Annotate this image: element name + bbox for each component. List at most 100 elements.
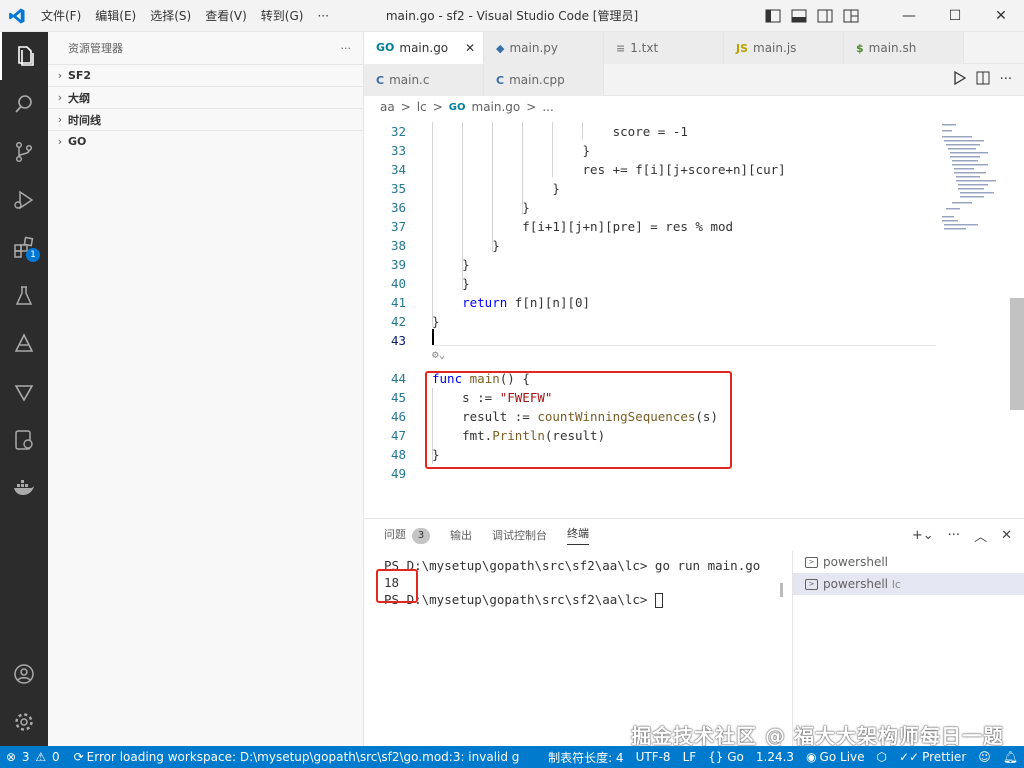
- testing-icon[interactable]: [0, 272, 48, 320]
- sidebar-more-icon[interactable]: ···: [341, 42, 352, 55]
- menu-file[interactable]: 文件(F): [34, 7, 88, 24]
- copilot-icon[interactable]: [0, 320, 48, 368]
- section-outline[interactable]: › 大纲: [48, 86, 363, 108]
- docker-icon[interactable]: [0, 464, 48, 512]
- run-file-icon[interactable]: [953, 70, 966, 88]
- split-editor-icon[interactable]: [976, 71, 990, 88]
- source-control-icon[interactable]: [0, 128, 48, 176]
- extensions-badge: 1: [26, 248, 40, 262]
- code-line[interactable]: 32 score = -1: [364, 122, 936, 141]
- panel-more-icon[interactable]: ···: [948, 528, 960, 543]
- minimize-icon[interactable]: —: [886, 0, 932, 32]
- panel-tab-output[interactable]: 输出: [450, 527, 472, 543]
- feedback-icon[interactable]: ☺: [972, 750, 997, 764]
- toggle-secondary-sidebar-icon[interactable]: [816, 7, 834, 25]
- code-line[interactable]: 40 }: [364, 274, 936, 293]
- menu-edit[interactable]: 编辑(E): [88, 7, 143, 24]
- language-status[interactable]: {} Go: [702, 750, 750, 764]
- terminal-item[interactable]: > powershell: [793, 551, 1024, 573]
- tab-row-1: GO main.go ✕ ◆ main.py ≡ 1.txt JS main.j…: [364, 32, 1024, 64]
- code-line[interactable]: 37 f[i+1][j+n][pre] = res % mod: [364, 217, 936, 236]
- terminal-scrollbar[interactable]: [780, 583, 783, 597]
- status-bar: ⊗ 3 ⚠ 0 ⟳ Error loading workspace: D:\mys…: [0, 746, 1024, 768]
- title-bar: 文件(F) 编辑(E) 选择(S) 查看(V) 转到(G) ··· main.g…: [0, 0, 1024, 32]
- code-line[interactable]: 36 }: [364, 198, 936, 217]
- chevron-right-icon: ›: [57, 91, 63, 104]
- error-icon: ⊗: [6, 750, 17, 764]
- section-timeline[interactable]: › 时间线: [48, 108, 363, 130]
- menu-selection[interactable]: 选择(S): [143, 7, 198, 24]
- terminal-output[interactable]: PS D:\mysetup\gopath\src\sf2\aa\lc> go r…: [384, 557, 784, 608]
- tab-main-c[interactable]: C main.c: [364, 64, 484, 96]
- go-version-status[interactable]: 1.24.3: [750, 750, 800, 764]
- cpp-file-icon: C: [496, 73, 505, 87]
- toggle-sidebar-icon[interactable]: [764, 7, 782, 25]
- panel-tab-problems[interactable]: 问题 3: [384, 526, 430, 544]
- tab-main-go[interactable]: GO main.go ✕: [364, 32, 484, 64]
- search-icon[interactable]: [0, 80, 48, 128]
- tab-1-txt[interactable]: ≡ 1.txt: [604, 32, 724, 64]
- tab-close-icon[interactable]: ✕: [465, 41, 475, 55]
- close-icon[interactable]: ✕: [978, 0, 1024, 32]
- code-line[interactable]: 35 }: [364, 179, 936, 198]
- encoding-status[interactable]: UTF-8: [630, 750, 677, 764]
- menu-more[interactable]: ···: [310, 9, 335, 23]
- tab-main-cpp[interactable]: C main.cpp: [484, 64, 604, 96]
- minimap[interactable]: [942, 122, 1012, 242]
- line-number: 32: [390, 124, 406, 139]
- breadcrumb-file[interactable]: main.go: [472, 100, 521, 114]
- workspace-status[interactable]: ⟳ Error loading workspace: D:\mysetup\gop…: [68, 750, 526, 764]
- line-number: 42: [390, 314, 406, 329]
- menu-view[interactable]: 查看(V): [198, 7, 254, 24]
- code-line[interactable]: 34 res += f[i][j+score+n][cur]: [364, 160, 936, 179]
- extensions-icon[interactable]: 1: [0, 224, 48, 272]
- settings-gear-icon[interactable]: [0, 698, 48, 746]
- code-line[interactable]: 41 return f[n][n][0]: [364, 293, 936, 312]
- code-line[interactable]: 39 }: [364, 255, 936, 274]
- maximize-panel-icon[interactable]: ︿: [974, 526, 987, 545]
- chevron-right-icon: ›: [57, 69, 63, 82]
- sync-icon: ⟳: [73, 750, 84, 764]
- breadcrumb-symbol[interactable]: ...: [542, 100, 553, 114]
- gitlens-icon[interactable]: [0, 368, 48, 416]
- go-live-status[interactable]: ◉ Go Live: [800, 750, 870, 764]
- code-line[interactable]: 33 }: [364, 141, 936, 160]
- notifications-bell-icon[interactable]: 🔔︎: [997, 750, 1024, 764]
- breadcrumb-aa[interactable]: aa: [380, 100, 395, 114]
- terminal-line: 18: [384, 575, 400, 590]
- maximize-icon[interactable]: ☐: [932, 0, 978, 32]
- copilot-status-icon[interactable]: ⬡: [871, 750, 893, 764]
- customize-layout-icon[interactable]: [842, 7, 860, 25]
- breadcrumb-separator: >: [400, 100, 411, 114]
- new-terminal-icon[interactable]: +⌄: [912, 528, 934, 543]
- eol-status[interactable]: LF: [677, 750, 703, 764]
- terminal-item-selected[interactable]: > powershell lc: [793, 573, 1024, 595]
- account-icon[interactable]: [0, 650, 48, 698]
- panel-tab-debug-console[interactable]: 调试控制台: [492, 527, 547, 543]
- section-sf2[interactable]: › SF2: [48, 64, 363, 86]
- panel-tab-terminal[interactable]: 终端: [567, 525, 589, 545]
- code-line[interactable]: 42}: [364, 312, 936, 331]
- toggle-panel-icon[interactable]: [790, 7, 808, 25]
- run-debug-icon[interactable]: [0, 176, 48, 224]
- code-line[interactable]: 38 }: [364, 236, 936, 255]
- section-go[interactable]: › GO: [48, 130, 363, 152]
- breadcrumb-lc[interactable]: lc: [417, 100, 427, 114]
- explorer-icon[interactable]: [0, 32, 48, 80]
- close-panel-icon[interactable]: ✕: [1001, 528, 1012, 543]
- code-line[interactable]: 43: [364, 331, 936, 350]
- tab-main-py[interactable]: ◆ main.py: [484, 32, 604, 64]
- chevron-right-icon: ›: [57, 135, 63, 148]
- line-number: 33: [390, 143, 406, 158]
- editor-more-icon[interactable]: ···: [1000, 72, 1012, 87]
- code-token: }: [432, 181, 560, 196]
- line-number: 44: [390, 371, 406, 386]
- menu-go[interactable]: 转到(G): [254, 7, 311, 24]
- remote-explorer-icon[interactable]: [0, 416, 48, 464]
- tab-main-sh[interactable]: $ main.sh: [844, 32, 964, 64]
- editor-scrollbar-thumb[interactable]: [1010, 298, 1024, 410]
- problems-status[interactable]: ⊗ 3 ⚠ 0: [0, 750, 68, 764]
- tab-main-js[interactable]: JS main.js: [724, 32, 844, 64]
- prettier-status[interactable]: ✓✓ Prettier: [893, 750, 972, 764]
- indentation-status[interactable]: 制表符长度: 4: [542, 749, 630, 766]
